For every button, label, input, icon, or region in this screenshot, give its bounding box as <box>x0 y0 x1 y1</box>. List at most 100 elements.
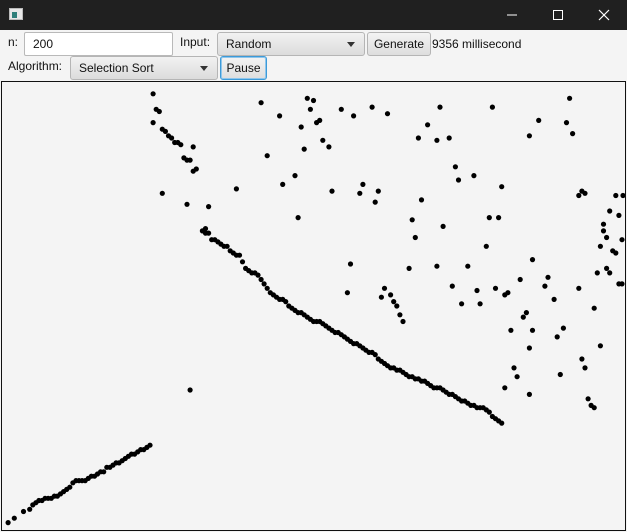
data-point <box>295 215 301 221</box>
data-point <box>298 124 304 130</box>
minimize-button[interactable] <box>489 0 535 30</box>
data-point <box>455 177 462 183</box>
scatter-plot <box>5 91 625 526</box>
data-point <box>607 208 613 214</box>
data-point <box>526 391 533 397</box>
data-point <box>150 120 156 126</box>
data-point <box>613 192 619 199</box>
data-point <box>570 131 576 137</box>
data-point <box>474 287 480 294</box>
data-point <box>236 252 243 258</box>
data-point <box>378 294 384 300</box>
data-point <box>557 371 563 378</box>
controls-toolbar: n: Input: Random Generate 9356 milliseco… <box>0 30 627 82</box>
data-point <box>508 327 514 333</box>
data-point <box>526 345 533 351</box>
data-point <box>162 128 168 134</box>
data-point <box>560 325 567 331</box>
data-point <box>613 250 619 256</box>
data-point <box>317 117 323 123</box>
data-point <box>206 204 212 210</box>
input-type-select[interactable]: Random <box>217 32 365 56</box>
data-point <box>425 122 431 128</box>
data-point <box>502 385 508 391</box>
data-point <box>310 97 317 104</box>
data-point <box>471 173 477 179</box>
generate-button[interactable]: Generate <box>367 32 431 56</box>
data-point <box>329 188 335 194</box>
data-point <box>551 296 557 302</box>
data-point <box>277 113 283 119</box>
data-point <box>477 301 483 307</box>
data-point <box>372 352 378 358</box>
data-point <box>517 276 523 283</box>
data-point <box>156 108 162 115</box>
data-point <box>434 137 440 143</box>
data-point <box>351 113 357 119</box>
data-point <box>224 243 230 249</box>
chevron-down-icon <box>200 66 208 71</box>
data-point <box>304 95 310 101</box>
data-point <box>187 157 193 163</box>
data-point <box>391 299 397 305</box>
data-point <box>582 190 588 196</box>
data-point <box>418 197 425 203</box>
data-point <box>486 215 492 221</box>
data-point <box>415 135 421 141</box>
data-point <box>520 314 526 320</box>
data-point <box>101 469 107 475</box>
maximize-button[interactable] <box>535 0 581 30</box>
data-point <box>496 215 502 221</box>
data-point <box>381 285 388 291</box>
title-bar <box>0 0 627 30</box>
data-point <box>384 111 391 117</box>
data-point <box>326 144 332 150</box>
data-point <box>20 508 27 515</box>
close-button[interactable] <box>581 0 627 30</box>
chevron-down-icon <box>347 42 355 47</box>
data-point <box>412 234 418 241</box>
data-point <box>187 387 193 393</box>
data-point <box>529 327 536 333</box>
data-point <box>563 120 570 126</box>
data-point <box>604 265 610 271</box>
data-point <box>11 515 17 521</box>
data-point <box>184 201 190 207</box>
data-point <box>320 137 326 143</box>
algorithm-value: Selection Sort <box>79 61 154 75</box>
data-point <box>239 259 246 265</box>
input-type-value: Random <box>226 37 272 51</box>
data-point <box>591 305 597 311</box>
algorithm-select[interactable]: Selection Sort <box>70 56 218 80</box>
data-point <box>169 135 175 141</box>
data-point <box>406 265 412 271</box>
data-point <box>264 153 270 159</box>
data-point <box>280 181 286 187</box>
data-point <box>159 190 165 196</box>
data-point <box>437 104 443 110</box>
minimize-icon <box>507 14 517 16</box>
data-point <box>5 520 11 526</box>
algorithm-label: Algorithm: <box>8 59 63 73</box>
data-point <box>591 405 597 411</box>
data-point <box>529 257 536 263</box>
app-icon <box>9 8 23 20</box>
pause-button[interactable]: Pause <box>220 56 267 80</box>
data-point <box>178 142 184 148</box>
data-point <box>255 272 261 278</box>
data-point <box>545 274 551 280</box>
data-point <box>338 106 344 112</box>
data-point <box>307 106 313 112</box>
data-point <box>67 484 73 490</box>
data-point <box>511 365 517 371</box>
data-point <box>619 281 625 287</box>
data-point <box>369 104 375 110</box>
data-point <box>585 396 591 402</box>
sort-visualization-canvas <box>1 81 626 531</box>
data-point <box>400 318 406 325</box>
data-point <box>489 104 495 110</box>
data-point <box>440 223 446 229</box>
data-point <box>394 303 400 309</box>
n-input[interactable] <box>24 32 173 56</box>
maximize-icon <box>553 10 563 20</box>
